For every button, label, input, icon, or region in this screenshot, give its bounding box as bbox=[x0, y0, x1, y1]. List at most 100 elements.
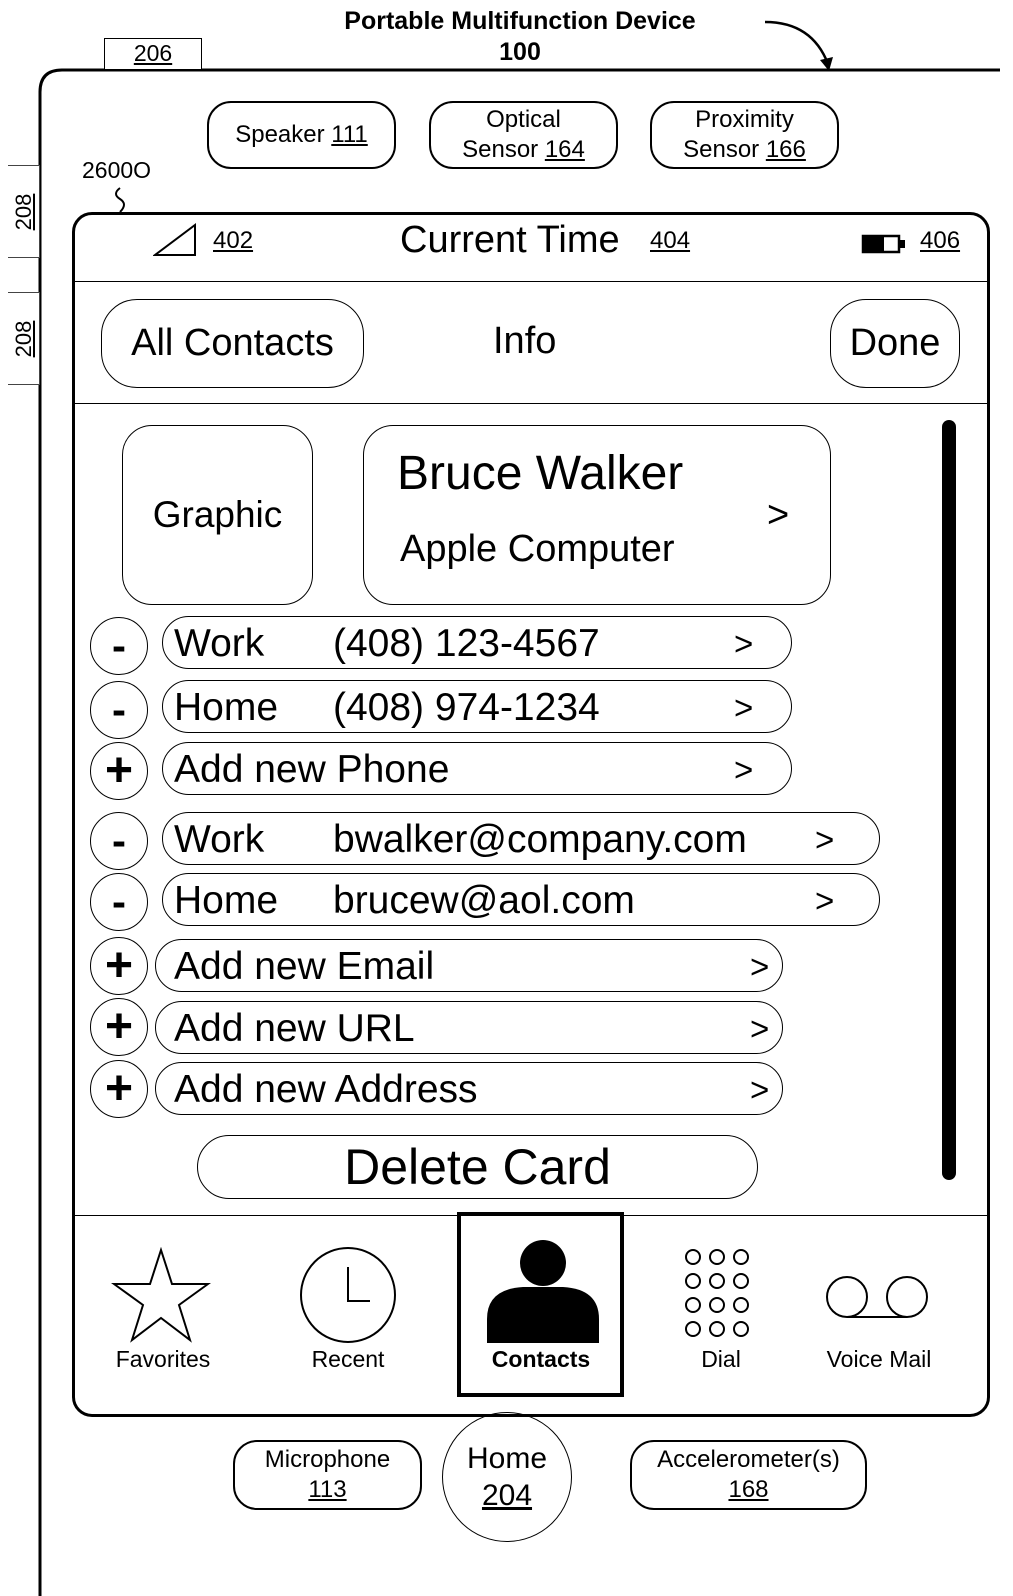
remove-work-phone-button[interactable]: - bbox=[90, 617, 148, 675]
remove-home-email-button[interactable]: - bbox=[90, 873, 148, 931]
speaker-number: 111 bbox=[331, 121, 368, 148]
optical-sensor-box: Optical Sensor 164 bbox=[429, 101, 618, 169]
done-button[interactable]: Done bbox=[830, 299, 960, 388]
contact-name-card[interactable]: Bruce Walker Apple Computer > bbox=[363, 425, 831, 605]
voicemail-icon bbox=[826, 1276, 928, 1318]
delete-card-button[interactable]: Delete Card bbox=[197, 1135, 758, 1199]
person-icon bbox=[487, 1240, 599, 1343]
remove-icon: - bbox=[112, 878, 126, 925]
remove-icon: - bbox=[112, 622, 126, 669]
add-email-button[interactable]: + bbox=[90, 937, 148, 995]
nav-bar-divider bbox=[75, 403, 987, 404]
chevron-right-icon: > bbox=[734, 625, 754, 662]
signal-strength-icon bbox=[153, 223, 196, 256]
chevron-right-icon: > bbox=[734, 689, 754, 726]
field-value: bwalker@company.com bbox=[333, 818, 747, 861]
tab-label: Voice Mail bbox=[826, 1346, 932, 1372]
status-bar-divider bbox=[75, 281, 987, 282]
tab-voice-mail[interactable]: Voice Mail bbox=[801, 1235, 977, 1385]
field-label: Add new Email bbox=[174, 945, 435, 988]
contact-graphic[interactable]: Graphic bbox=[122, 425, 313, 605]
proximity-sensor-line2: Sensor bbox=[683, 136, 760, 163]
proximity-sensor-box: Proximity Sensor 166 bbox=[650, 101, 839, 169]
side-button-208-lower[interactable]: 208 bbox=[8, 292, 40, 385]
proximity-sensor-line1: Proximity bbox=[695, 106, 794, 133]
home-email-row[interactable]: Home brucew@aol.com > bbox=[162, 873, 880, 926]
top-button-ref: 206 bbox=[133, 40, 173, 66]
done-label: Done bbox=[849, 322, 941, 364]
add-phone-row[interactable]: Add new Phone > bbox=[162, 742, 792, 795]
chevron-right-icon: > bbox=[750, 948, 770, 985]
optical-sensor-number: 164 bbox=[544, 136, 585, 163]
chevron-right-icon: > bbox=[815, 821, 835, 858]
accelerometer-box: Accelerometer(s) 168 bbox=[630, 1440, 867, 1510]
keypad-icon bbox=[685, 1249, 749, 1337]
home-phone-row[interactable]: Home (408) 974-1234 > bbox=[162, 680, 792, 733]
field-value: (408) 974-1234 bbox=[333, 686, 600, 729]
nav-title: Info bbox=[493, 320, 557, 362]
optical-sensor-line1: Optical bbox=[486, 106, 561, 133]
side-button-208-upper[interactable]: 208 bbox=[8, 165, 40, 258]
side-button-ref-upper: 208 bbox=[10, 193, 36, 230]
work-email-row[interactable]: Work bwalker@company.com > bbox=[162, 812, 880, 865]
field-value: (408) 123-4567 bbox=[333, 622, 600, 665]
screen-ref-leader bbox=[115, 187, 125, 213]
add-phone-button[interactable]: + bbox=[90, 742, 148, 800]
microphone-number: 113 bbox=[308, 1476, 347, 1503]
add-icon: + bbox=[104, 1000, 134, 1053]
proximity-sensor-number: 166 bbox=[765, 136, 806, 163]
remove-home-phone-button[interactable]: - bbox=[90, 681, 148, 739]
chevron-right-icon: > bbox=[734, 751, 754, 788]
signal-ref: 402 bbox=[213, 227, 254, 254]
time-ref: 404 bbox=[650, 227, 691, 254]
accelerometer-label: Accelerometer(s) bbox=[657, 1446, 840, 1473]
field-label: Home bbox=[174, 879, 279, 922]
current-time: Current Time bbox=[400, 219, 620, 261]
add-address-row[interactable]: Add new Address > bbox=[155, 1062, 783, 1115]
add-icon: + bbox=[104, 939, 134, 992]
all-contacts-label: All Contacts bbox=[131, 322, 334, 364]
contact-company: Apple Computer bbox=[400, 528, 675, 570]
tab-recent[interactable]: Recent bbox=[260, 1235, 436, 1385]
field-value: brucew@aol.com bbox=[333, 879, 635, 922]
tab-favorites[interactable]: Favorites bbox=[75, 1235, 251, 1385]
tab-dial[interactable]: Dial bbox=[633, 1235, 809, 1385]
chevron-right-icon: > bbox=[815, 882, 835, 919]
battery-ref: 406 bbox=[920, 227, 961, 254]
home-button[interactable]: Home 204 bbox=[442, 1412, 572, 1542]
accelerometer-number: 168 bbox=[728, 1476, 769, 1503]
home-number: 204 bbox=[481, 1479, 533, 1512]
speaker-box: Speaker 111 bbox=[207, 101, 396, 169]
all-contacts-button[interactable]: All Contacts bbox=[101, 299, 364, 388]
field-label: Add new Address bbox=[174, 1068, 478, 1111]
field-label: Work bbox=[174, 622, 265, 665]
scroll-indicator[interactable] bbox=[942, 420, 956, 1180]
add-url-row[interactable]: Add new URL > bbox=[155, 1001, 783, 1054]
work-phone-row[interactable]: Work (408) 123-4567 > bbox=[162, 616, 792, 669]
add-url-button[interactable]: + bbox=[90, 998, 148, 1056]
add-icon: + bbox=[104, 1062, 134, 1115]
field-label: Work bbox=[174, 818, 265, 861]
optical-sensor-line2: Sensor bbox=[462, 136, 539, 163]
remove-icon: - bbox=[112, 686, 126, 733]
add-email-row[interactable]: Add new Email > bbox=[155, 939, 783, 992]
battery-icon bbox=[861, 234, 905, 254]
tab-contacts[interactable]: Contacts bbox=[459, 1235, 623, 1385]
contact-name: Bruce Walker bbox=[397, 447, 684, 500]
home-label: Home bbox=[466, 1442, 548, 1475]
top-button-206[interactable]: 206 bbox=[104, 38, 202, 70]
delete-card-label: Delete Card bbox=[344, 1139, 611, 1195]
remove-work-email-button[interactable]: - bbox=[90, 812, 148, 870]
add-address-button[interactable]: + bbox=[90, 1060, 148, 1118]
field-label: Home bbox=[174, 686, 279, 729]
star-icon bbox=[111, 1247, 211, 1343]
chevron-right-icon: > bbox=[750, 1010, 770, 1047]
microphone-box: Microphone 113 bbox=[233, 1440, 422, 1510]
tab-label: Dial bbox=[701, 1346, 741, 1372]
field-label: Add new Phone bbox=[174, 748, 450, 791]
touch-screen: 402 Current Time 404 406 All Contacts In… bbox=[72, 212, 990, 1417]
remove-icon: - bbox=[112, 817, 126, 864]
graphic-label: Graphic bbox=[152, 494, 283, 535]
speaker-label: Speaker bbox=[235, 121, 325, 148]
contact-name-chevron: > bbox=[767, 494, 790, 536]
